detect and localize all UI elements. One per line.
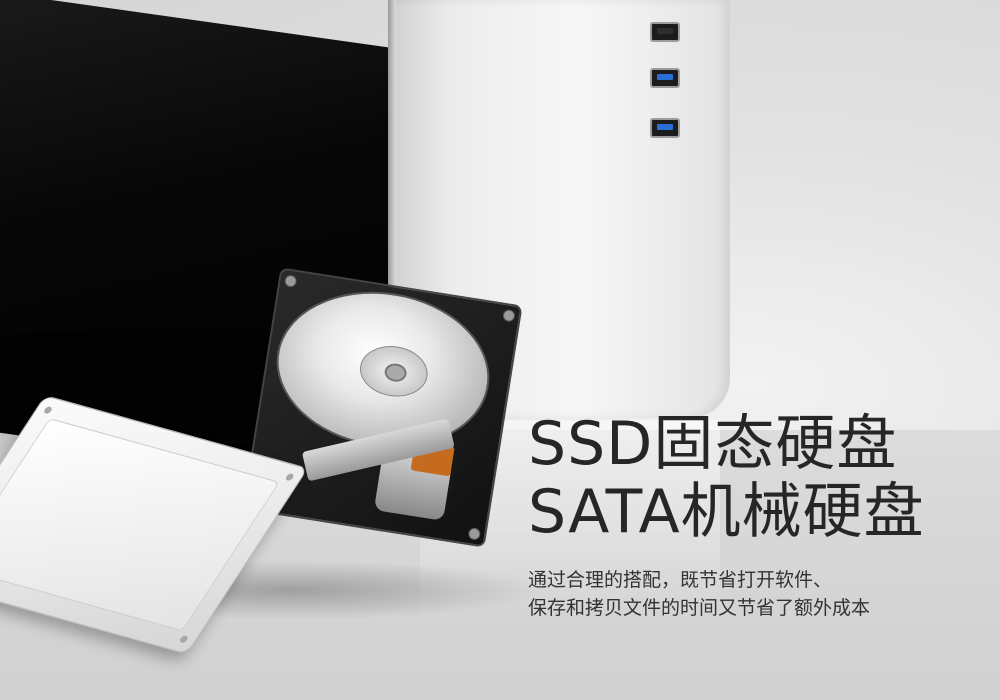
description-line-1: 通过合理的搭配，既节省打开软件、 — [528, 569, 833, 591]
usb2-port — [650, 22, 680, 42]
product-banner: SSD固态硬盘 SATA机械硬盘 通过合理的搭配，既节省打开软件、 保存和拷贝文… — [0, 0, 1000, 700]
usb3-port — [650, 118, 680, 138]
headline-ssd: SSD固态硬盘 — [528, 409, 898, 479]
screw-icon — [42, 405, 54, 415]
hdd-spindle-hub — [356, 341, 432, 402]
usb3-port — [650, 68, 680, 88]
hdd-mechanical-drive-image — [242, 267, 523, 548]
screw-icon — [178, 634, 190, 644]
screw-icon — [284, 472, 295, 482]
description-line-2: 保存和拷贝文件的时间又节省了额外成本 — [528, 597, 871, 619]
headline-sata: SATA机械硬盘 — [528, 477, 925, 547]
